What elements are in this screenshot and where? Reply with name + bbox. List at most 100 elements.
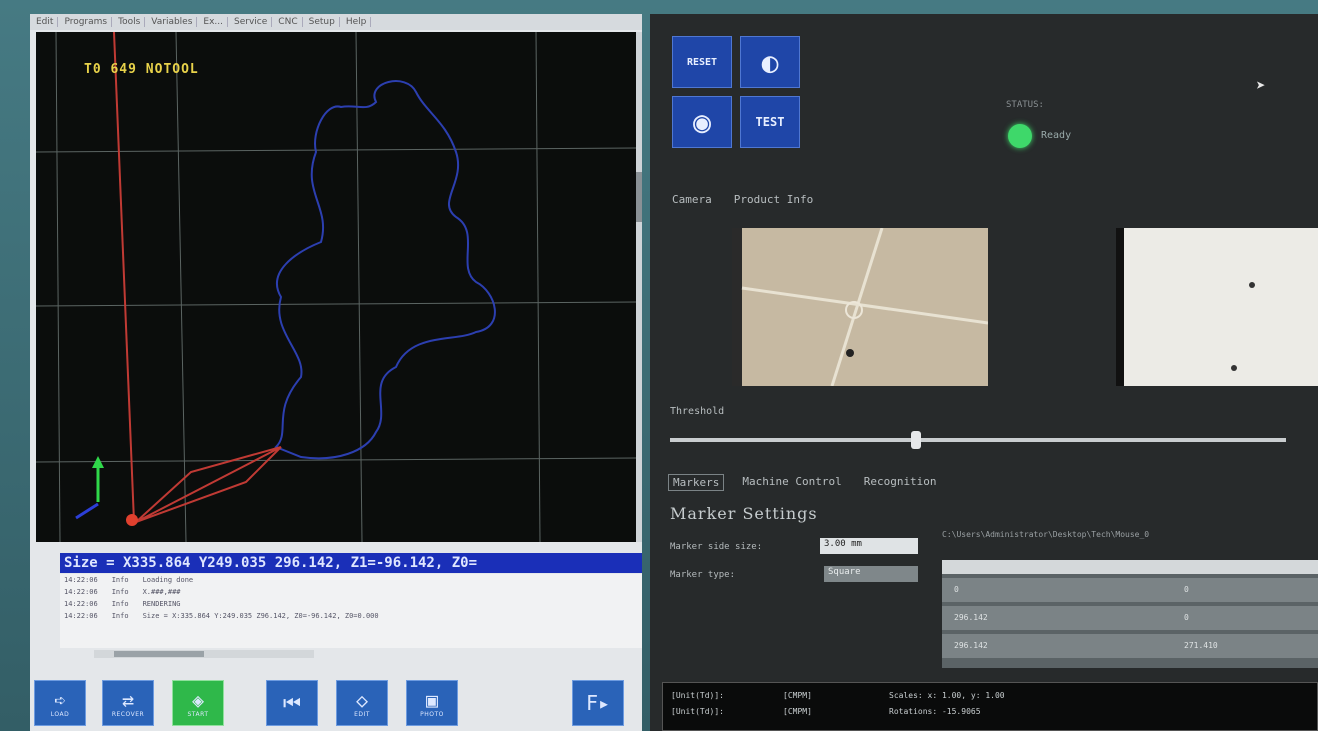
tab-markers[interactable]: Markers bbox=[668, 474, 725, 491]
marker-type-select[interactable]: Square bbox=[824, 566, 918, 582]
tab-camera[interactable]: Camera bbox=[668, 192, 716, 207]
table-cell: 0 bbox=[1184, 613, 1189, 622]
size-status-line: Size = X335.864 Y249.035 296.142, Z1=-96… bbox=[60, 553, 642, 573]
console-value: [CMPM] bbox=[783, 691, 812, 700]
grid-lines bbox=[36, 32, 636, 542]
skip-back-icon: ⏮ bbox=[283, 691, 301, 715]
menu-bar: Edit Programs Tools Variables Ex... Serv… bbox=[30, 14, 642, 30]
camera-preview-left bbox=[732, 228, 988, 386]
part-contour bbox=[274, 80, 496, 460]
marker-points-table: 0 0 296.142 0 296.142 271.410 bbox=[942, 560, 1318, 668]
photo-icon: ▣ bbox=[425, 687, 439, 712]
view-eye-button[interactable]: ◉ bbox=[672, 96, 732, 148]
menu-item-variables[interactable]: Variables bbox=[147, 17, 198, 27]
mouse-cursor-icon: ➤ bbox=[1256, 76, 1266, 95]
load-button[interactable]: ➪ LOAD bbox=[34, 680, 86, 726]
camera-preview-right bbox=[1116, 228, 1318, 386]
marker-side-size-input[interactable]: 3.00 mm bbox=[820, 538, 918, 554]
load-icon: ➪ bbox=[53, 687, 67, 712]
log-type: Info bbox=[111, 600, 129, 608]
console-message: Scales: x: 1.00, y: 1.00 bbox=[889, 691, 1005, 700]
marker-type-label: Marker type: bbox=[670, 570, 736, 580]
threshold-label: Threshold bbox=[670, 406, 725, 417]
camera-image-right bbox=[1124, 228, 1318, 386]
start-button[interactable]: ◈ START bbox=[172, 680, 224, 726]
test-button[interactable]: TEST bbox=[740, 96, 800, 148]
scrollbar-thumb[interactable] bbox=[636, 172, 642, 222]
log-type: Info bbox=[111, 588, 129, 596]
calibrate-button[interactable]: ◐ bbox=[740, 36, 800, 88]
button-caption: PHOTO bbox=[420, 710, 444, 718]
menu-item-programs[interactable]: Programs bbox=[60, 17, 113, 27]
camera-image-left bbox=[732, 228, 988, 386]
x-axis-line bbox=[113, 32, 135, 523]
log-message: Loading done bbox=[142, 576, 194, 584]
console-message: Rotations: -15.9065 bbox=[889, 707, 981, 716]
log-type: Info bbox=[111, 612, 129, 620]
table-row[interactable]: 0 0 bbox=[942, 578, 1318, 602]
top-tabs: Camera Product Info bbox=[668, 192, 817, 207]
threshold-slider-thumb[interactable] bbox=[911, 431, 922, 449]
log-time: 14:22:06 bbox=[64, 612, 98, 620]
menu-item-cnc[interactable]: CNC bbox=[274, 17, 303, 27]
menu-item-ex[interactable]: Ex... bbox=[199, 17, 229, 27]
toolpath-viewport[interactable]: T0 649 NOTOOL bbox=[36, 32, 636, 542]
scrollbar-thumb[interactable] bbox=[114, 651, 204, 657]
button-caption: LOAD bbox=[50, 710, 70, 718]
message-log: 14:22:06 Info Loading done 14:22:06 Info… bbox=[60, 574, 642, 648]
back-button[interactable]: ⏮ bbox=[266, 680, 318, 726]
table-cell: 271.410 bbox=[1184, 641, 1218, 650]
status-indicator-icon bbox=[1008, 124, 1032, 148]
recover-button[interactable]: ⇄ RECOVER bbox=[102, 680, 154, 726]
photo-button[interactable]: ▣ PHOTO bbox=[406, 680, 458, 726]
button-caption: START bbox=[187, 710, 209, 718]
cnc-window: Edit Programs Tools Variables Ex... Serv… bbox=[30, 14, 642, 731]
threshold-slider[interactable] bbox=[670, 431, 1286, 449]
table-row[interactable]: 296.142 0 bbox=[942, 606, 1318, 630]
button-caption: EDIT bbox=[354, 710, 370, 718]
toolpath-canvas bbox=[36, 32, 636, 542]
table-header bbox=[942, 560, 1318, 574]
vision-window: RESET ◐ ◉ TEST STATUS: Ready ➤ Camera Pr… bbox=[650, 14, 1318, 731]
travel-path bbox=[135, 446, 282, 523]
log-row: 14:22:06 Info X.###,### bbox=[60, 586, 642, 598]
start-icon: ◈ bbox=[191, 687, 205, 712]
output-console: [Unit(Td)]: [CMPM] Scales: x: 1.00, y: 1… bbox=[662, 682, 1318, 731]
tab-machine-control[interactable]: Machine Control bbox=[738, 474, 845, 491]
log-type: Info bbox=[111, 576, 129, 584]
origin-marker bbox=[126, 514, 138, 526]
viewport-tool-label: T0 649 NOTOOL bbox=[84, 62, 199, 77]
menu-item-service[interactable]: Service bbox=[230, 17, 273, 27]
tab-product-info[interactable]: Product Info bbox=[730, 192, 817, 207]
table-row[interactable]: 296.142 271.410 bbox=[942, 634, 1318, 658]
function-button[interactable]: F▸ bbox=[572, 680, 624, 726]
menu-item-setup[interactable]: Setup bbox=[305, 17, 340, 27]
settings-tabs: Markers Machine Control Recognition bbox=[668, 474, 941, 491]
log-time: 14:22:06 bbox=[64, 588, 98, 596]
log-time: 14:22:06 bbox=[64, 576, 98, 584]
tab-recognition[interactable]: Recognition bbox=[860, 474, 941, 491]
recover-icon: ⇄ bbox=[121, 687, 135, 712]
log-row: 14:22:06 Info Loading done bbox=[60, 574, 642, 586]
edit-icon: ◇ bbox=[355, 687, 369, 712]
marker-settings-title: Marker Settings bbox=[670, 504, 818, 523]
table-cell: 296.142 bbox=[954, 641, 988, 650]
function-icon: F▸ bbox=[585, 691, 611, 715]
log-message: X.###,### bbox=[142, 588, 181, 596]
marker-side-size-label: Marker side size: bbox=[670, 542, 763, 552]
menu-item-help[interactable]: Help bbox=[342, 17, 372, 27]
table-cell: 0 bbox=[1184, 585, 1189, 594]
viewport-scrollbar[interactable] bbox=[636, 32, 642, 542]
file-path: C:\Users\Administrator\Desktop\Tech\Mous… bbox=[942, 530, 1150, 539]
menu-item-edit[interactable]: Edit bbox=[32, 17, 59, 27]
console-tag: [Unit(Td)]: bbox=[671, 691, 724, 700]
table-cell: 296.142 bbox=[954, 613, 988, 622]
status-value: Ready bbox=[1041, 130, 1072, 141]
menu-item-tools[interactable]: Tools bbox=[114, 17, 146, 27]
edit-button[interactable]: ◇ EDIT bbox=[336, 680, 388, 726]
log-row: 14:22:06 Info RENDERING bbox=[60, 598, 642, 610]
reset-button[interactable]: RESET bbox=[672, 36, 732, 88]
log-time: 14:22:06 bbox=[64, 600, 98, 608]
log-scrollbar[interactable] bbox=[94, 650, 314, 658]
table-cell: 0 bbox=[954, 585, 959, 594]
